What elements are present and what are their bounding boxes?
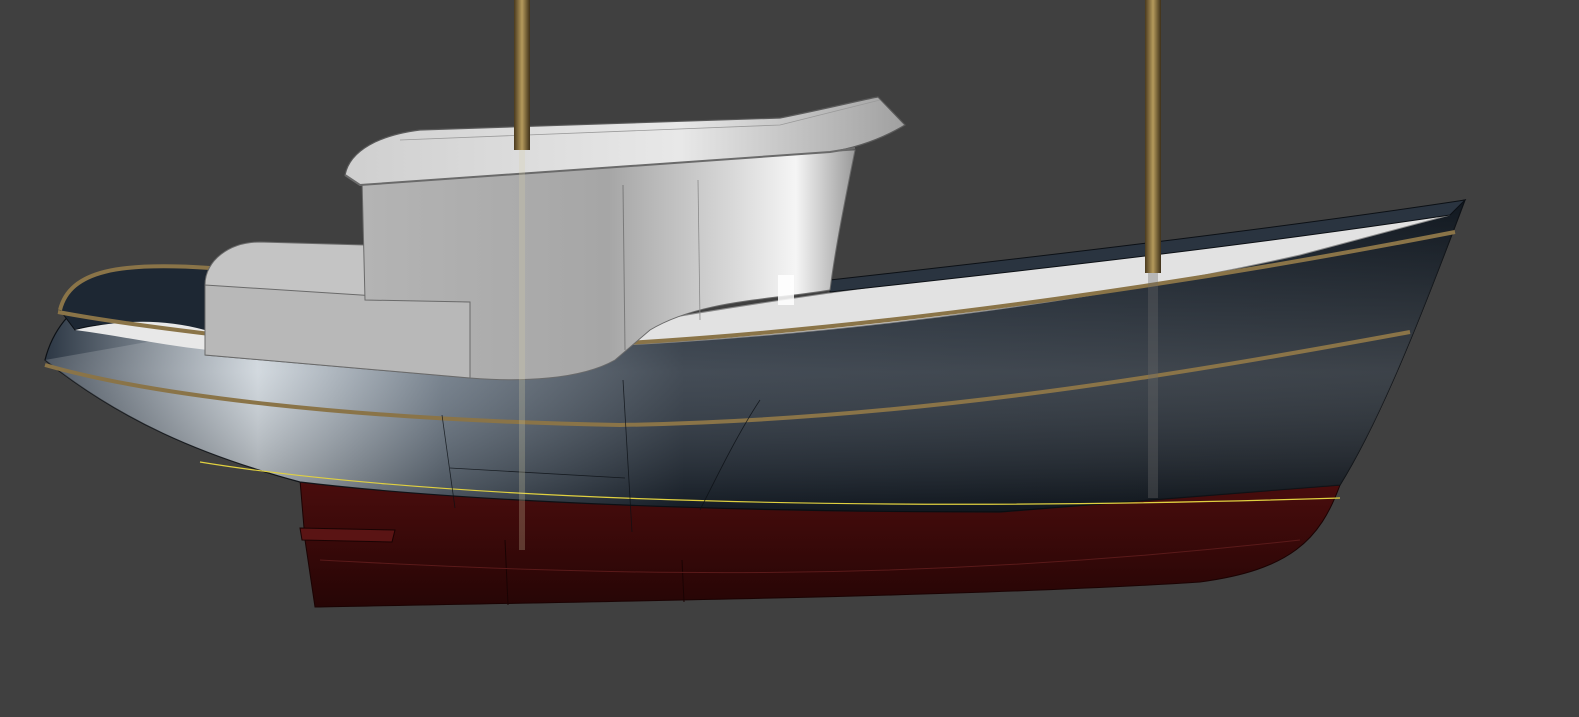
3d-viewport[interactable] [0, 0, 1579, 717]
window-glint [778, 275, 794, 305]
aft-mast [514, 0, 530, 150]
boat-render [44, 0, 1467, 608]
keel-skeg [299, 527, 396, 543]
stern-bulwark [59, 265, 211, 331]
fore-mast [1145, 0, 1161, 273]
